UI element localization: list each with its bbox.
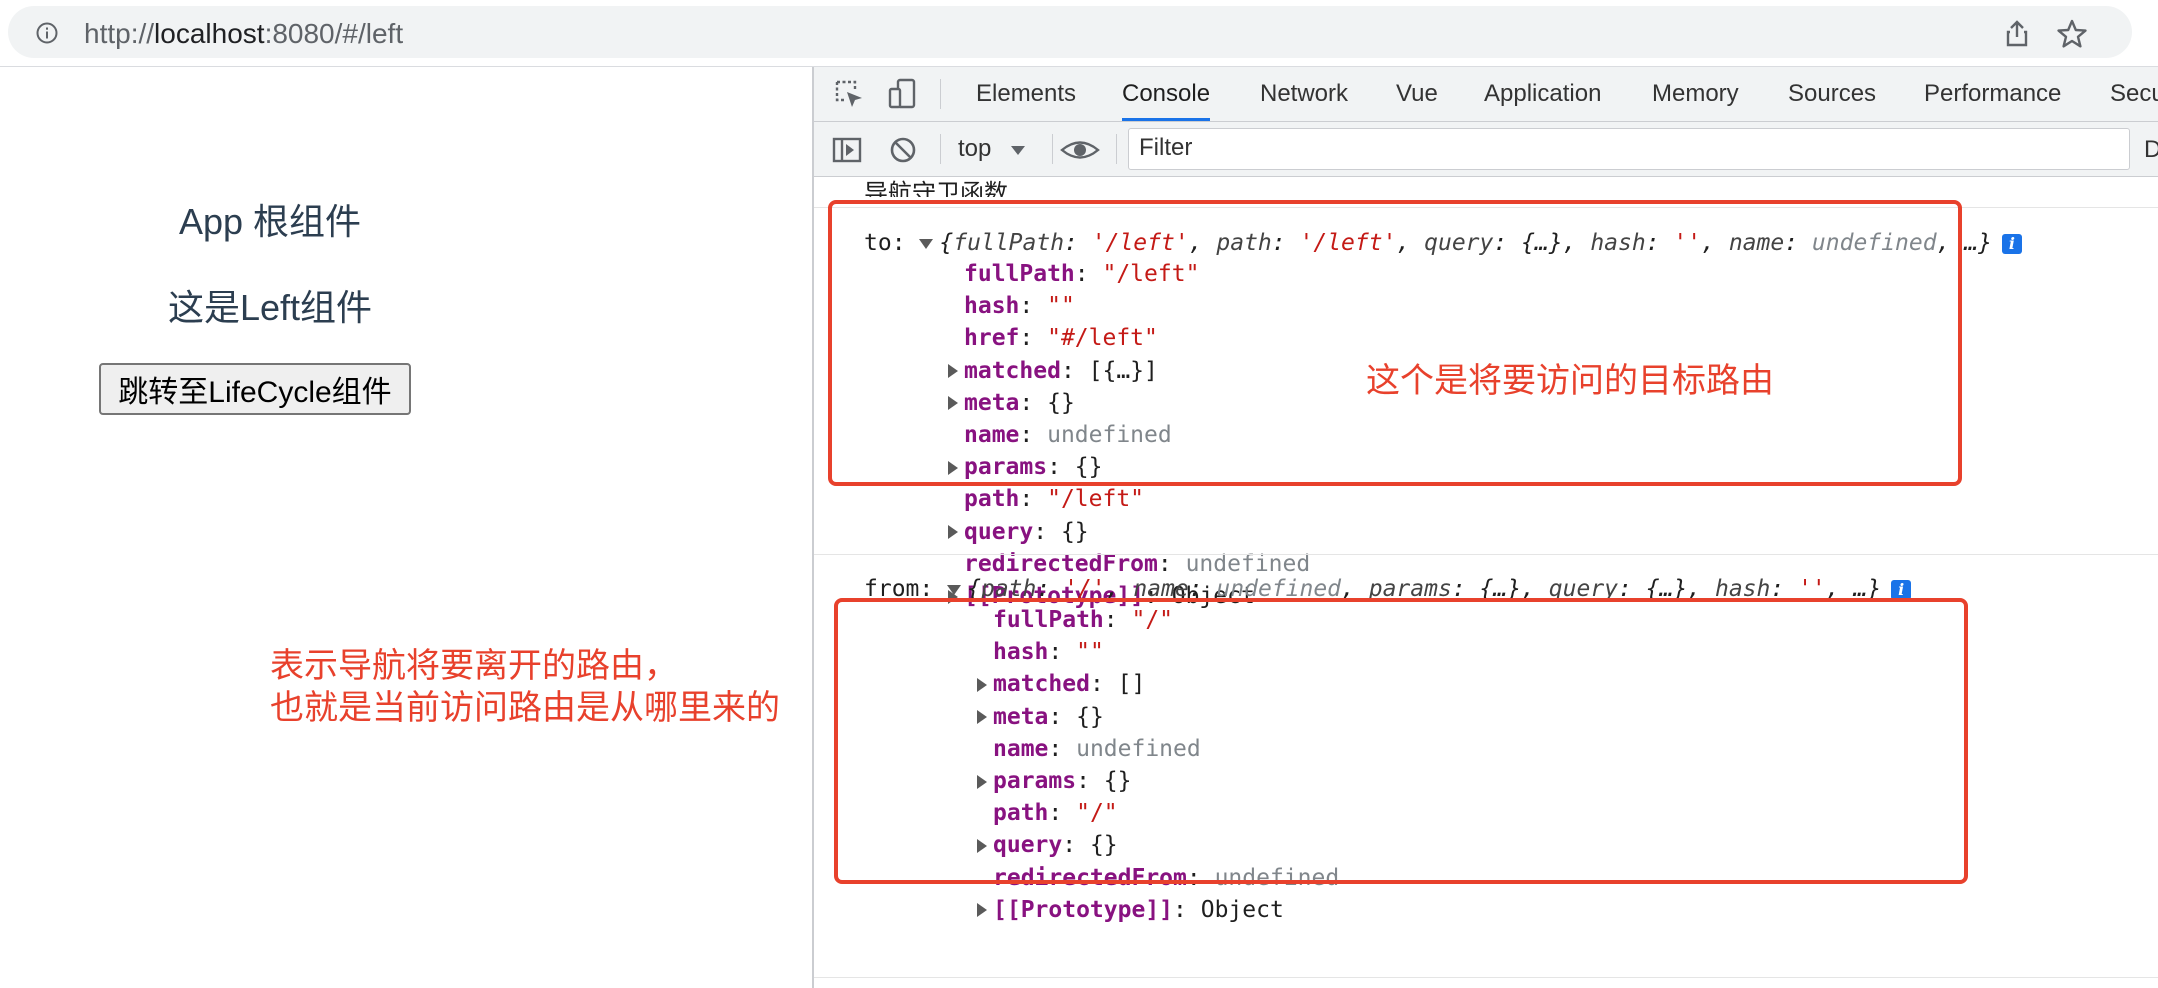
- sidebar-toggle-icon[interactable]: [830, 133, 864, 167]
- expand-arrow-icon[interactable]: [948, 525, 958, 540]
- tab-network[interactable]: Network: [1260, 67, 1348, 121]
- url-text[interactable]: http://localhost:8080/#/left: [84, 18, 403, 50]
- address-bar: http://localhost:8080/#/left: [0, 0, 2158, 66]
- toolbar-separator: [1052, 134, 1053, 164]
- devtools-panel: Elements Console Network Vue Application…: [812, 67, 2158, 988]
- tab-elements[interactable]: Elements: [976, 67, 1076, 121]
- tab-separator: [940, 79, 941, 109]
- devtools-tabbar: Elements Console Network Vue Application…: [814, 67, 2158, 122]
- star-icon[interactable]: [2056, 18, 2088, 50]
- toolbar-separator: [940, 134, 941, 164]
- property-value: Object: [1200, 896, 1284, 923]
- url-host: localhost: [154, 18, 265, 49]
- jump-to-lifecycle-button[interactable]: 跳转至LifeCycle组件: [99, 363, 411, 415]
- filter-box: [1128, 128, 2130, 170]
- left-component-title: 这是Left组件: [167, 287, 373, 328]
- context-selector[interactable]: top: [958, 132, 1026, 166]
- to-annotation: 这个是将要访问的目标路由: [1366, 362, 1774, 400]
- url-prefix: http://: [84, 18, 155, 49]
- console-toolbar: top D: [814, 122, 2158, 177]
- message-divider: [814, 554, 2158, 555]
- from-highlight-box: [834, 598, 1968, 884]
- expand-arrow-icon[interactable]: [947, 584, 962, 595]
- share-icon[interactable]: [2002, 18, 2032, 48]
- info-badge-icon[interactable]: i: [2001, 233, 2022, 254]
- url-rest: :8080/#/left: [264, 18, 404, 49]
- filter-input[interactable]: [1129, 129, 2119, 167]
- chevron-down-icon: [1011, 145, 1026, 155]
- clear-console-icon[interactable]: [886, 133, 920, 167]
- to-highlight-box: [828, 200, 1962, 486]
- app-pane: App 根组件 这是Left组件 跳转至LifeCycle组件: [0, 67, 812, 988]
- default-levels-label[interactable]: D: [2144, 136, 2158, 164]
- property-row[interactable]: query: {}: [948, 516, 1089, 548]
- url-field[interactable]: http://localhost:8080/#/left: [8, 6, 2132, 58]
- app-title: App 根组件: [178, 201, 362, 242]
- eye-icon[interactable]: [1058, 133, 1102, 167]
- toolbar-separator: [1116, 134, 1117, 164]
- tab-performance[interactable]: Performance: [1924, 67, 2061, 121]
- device-toolbar-icon[interactable]: [886, 77, 920, 111]
- inspect-element-icon[interactable]: [832, 77, 866, 111]
- context-value: top: [958, 135, 992, 162]
- property-key: [[Prototype]]: [993, 896, 1174, 923]
- property-key: query: [964, 518, 1034, 545]
- property-row[interactable]: [[Prototype]]: Object: [977, 894, 1284, 926]
- tab-sources[interactable]: Sources: [1788, 67, 1876, 121]
- tab-console[interactable]: Console: [1122, 67, 1211, 121]
- tab-memory[interactable]: Memory: [1652, 67, 1739, 121]
- property-key: path: [964, 486, 1020, 513]
- property-value: "/left": [1047, 486, 1145, 513]
- expand-arrow-icon[interactable]: [977, 903, 987, 918]
- info-badge-icon[interactable]: i: [1891, 579, 1912, 600]
- tab-security[interactable]: Secu: [2110, 67, 2158, 121]
- property-value: {}: [1060, 518, 1089, 545]
- property-row: path: "/left": [964, 486, 1145, 513]
- tab-vue[interactable]: Vue: [1396, 67, 1438, 121]
- message-divider: [814, 977, 2158, 978]
- info-icon[interactable]: [36, 22, 58, 44]
- tab-application[interactable]: Application: [1484, 67, 1601, 121]
- from-annotation: 表示导航将要离开的路由， 也就是当前访问路由是从哪里来的: [270, 647, 780, 727]
